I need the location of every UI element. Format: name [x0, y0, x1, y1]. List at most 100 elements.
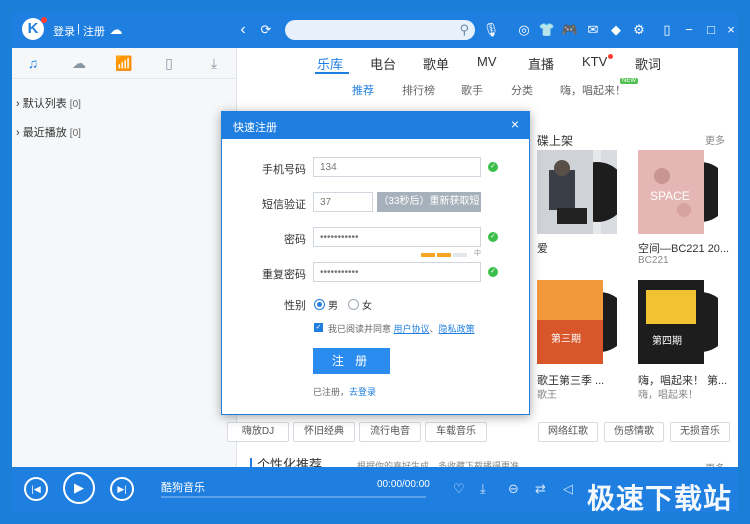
more-link[interactable]: 更多 — [705, 132, 725, 147]
sms-label: 短信验证 — [262, 199, 306, 211]
register-dialog: 快速注册 × 手机号码 134 ✓ 短信验证 37 （33秒后）重新获取短信 密… — [221, 111, 530, 415]
repeat-password-label: 重复密码 — [262, 269, 306, 281]
shirt-icon[interactable]: 👕 — [538, 21, 556, 39]
cloud-icon[interactable]: ☁ — [69, 54, 89, 72]
skin-icon[interactable]: ◆ — [607, 21, 625, 39]
album-artist[interactable]: BC221 — [638, 255, 669, 266]
close-icon[interactable]: × — [511, 116, 519, 132]
agree-text: 我已阅读并同意 用户协议、隐私政策 — [328, 322, 475, 335]
heart-icon[interactable]: ♡ — [453, 481, 465, 497]
subtab-category[interactable]: 分类 — [511, 82, 533, 98]
password-strength-meter — [421, 253, 467, 257]
album-caption[interactable]: 爱 — [537, 240, 548, 256]
go-login-link[interactable]: 去登录 — [349, 387, 376, 397]
gear-icon[interactable]: ⚙ — [630, 21, 648, 39]
tag-chip[interactable]: 车载音乐 — [425, 422, 487, 442]
tab-live[interactable]: 直播 — [528, 54, 554, 73]
album-art — [537, 150, 627, 234]
minimize-icon[interactable]: − — [680, 21, 698, 39]
sidebar: ♫ ☁ 📶 ▯ ⤓ › 默认列表 [0] › 最近播放 [0] — [12, 48, 237, 467]
privacy-policy-link[interactable]: 隐私政策 — [439, 324, 475, 334]
window-frame: K 登录 | 注册 ☁ ‹ ⟳ ⚲ 🎙 ◎ 👕 🎮 ✉ ◆ ⚙ ▯ − □ × … — [0, 0, 750, 524]
tab-ktv[interactable]: KTV — [582, 54, 607, 69]
register-link[interactable]: 注册 — [83, 23, 105, 39]
gamepad-icon[interactable]: 🎮 — [561, 21, 579, 39]
svg-text:SPACE: SPACE — [650, 189, 690, 203]
album-cover[interactable]: SPACE — [638, 150, 730, 234]
play-icon[interactable]: ▶ — [63, 472, 95, 504]
microphone-icon[interactable]: 🎙 — [482, 21, 500, 39]
cloud-icon[interactable]: ☁ — [107, 21, 125, 39]
tag-chip[interactable]: 无损音乐 — [670, 422, 730, 442]
refresh-icon[interactable]: ⟳ — [257, 21, 275, 39]
tag-chip[interactable]: 怀旧经典 — [293, 422, 355, 442]
back-icon[interactable]: ‹ — [234, 21, 252, 39]
phone-field[interactable]: 134 — [313, 157, 481, 177]
phone-label: 手机号码 — [262, 164, 306, 176]
new-badge: NEW — [620, 78, 638, 84]
repeat-icon[interactable]: ⇄ — [535, 481, 546, 497]
radio-icon[interactable]: 📶 — [114, 54, 134, 72]
music-note-icon[interactable]: ♫ — [23, 54, 43, 72]
kugou-app: K 登录 | 注册 ☁ ‹ ⟳ ⚲ 🎙 ◎ 👕 🎮 ✉ ◆ ⚙ ▯ − □ × … — [12, 12, 738, 512]
mini-mode-icon[interactable]: ▯ — [658, 21, 676, 39]
download-icon[interactable]: ⤓ — [480, 481, 486, 497]
album-art: 第三期 — [537, 280, 629, 364]
album-artist[interactable]: 嗨，唱起来！ — [638, 386, 698, 401]
mail-icon[interactable]: ✉ — [584, 21, 602, 39]
track-title: 酷狗音乐 — [161, 482, 205, 494]
sms-code-field[interactable]: 37 — [313, 192, 373, 212]
subtab-sing[interactable]: 嗨，唱起来！ — [560, 82, 626, 98]
separator: | — [77, 23, 80, 35]
tab-radio[interactable]: 电台 — [370, 54, 396, 73]
user-agreement-link[interactable]: 用户协议 — [394, 324, 430, 334]
target-icon[interactable]: ◎ — [515, 21, 533, 39]
progress-bar[interactable] — [161, 496, 426, 498]
repeat-password-field[interactable]: ••••••••••• — [313, 262, 481, 282]
gender-male-label[interactable]: 男 — [328, 297, 338, 312]
item-count: [0] — [69, 99, 81, 110]
resend-sms-button[interactable]: （33秒后）重新获取短信 — [377, 192, 481, 227]
tag-chip[interactable]: 嗨放DJ — [227, 422, 289, 442]
sidebar-item-recent[interactable]: › 最近播放 [0] — [16, 124, 81, 140]
password-field[interactable]: ••••••••••• — [313, 227, 481, 247]
tag-chip[interactable]: 流行电音 — [359, 422, 421, 442]
title-bar: K 登录 | 注册 ☁ ‹ ⟳ ⚲ 🎙 ◎ 👕 🎮 ✉ ◆ ⚙ ▯ − □ × — [12, 12, 738, 48]
volume-icon[interactable]: ◁ — [563, 481, 573, 497]
subtab-singers[interactable]: 歌手 — [461, 82, 483, 98]
tab-lyrics[interactable]: 歌词 — [635, 54, 661, 73]
sidebar-item-default-list[interactable]: › 默认列表 [0] — [16, 95, 81, 111]
sidebar-item-label: 默认列表 — [22, 98, 67, 110]
album-artist[interactable]: 歌王 — [537, 386, 557, 401]
album-cover[interactable] — [537, 150, 627, 234]
maximize-icon[interactable]: □ — [702, 21, 720, 39]
gender-female-radio[interactable] — [348, 299, 359, 310]
tab-mv[interactable]: MV — [477, 54, 497, 69]
login-link[interactable]: 登录 — [53, 23, 75, 39]
download-icon[interactable]: ⤓ — [204, 54, 224, 72]
search-icon[interactable]: ⚲ — [459, 22, 469, 38]
close-icon[interactable]: × — [722, 21, 738, 39]
album-cover[interactable]: 第四期 — [638, 280, 730, 364]
gender-female-label[interactable]: 女 — [362, 297, 372, 312]
tab-library[interactable]: 乐库 — [317, 54, 343, 73]
agree-checkbox[interactable]: ✓ — [314, 323, 323, 332]
album-caption[interactable]: 空间—BC221 20... — [638, 240, 729, 256]
section-title-new: 碟上架 — [537, 134, 574, 148]
tag-chip[interactable]: 伤感情歌 — [604, 422, 664, 442]
previous-icon[interactable]: |◀ — [24, 477, 48, 501]
more-options-icon[interactable]: ⊖ — [508, 481, 519, 497]
subtab-recommend[interactable]: 推荐 — [352, 82, 374, 98]
search-input[interactable]: ⚲ — [285, 20, 475, 40]
device-icon[interactable]: ▯ — [159, 54, 179, 72]
register-button[interactable]: 注 册 — [313, 348, 390, 374]
album-cover[interactable]: 第三期 — [537, 280, 629, 364]
tab-playlist[interactable]: 歌单 — [423, 54, 449, 73]
subtab-charts[interactable]: 排行榜 — [402, 82, 435, 98]
dialog-title: 快速注册 — [233, 122, 277, 134]
gender-male-radio[interactable] — [314, 299, 325, 310]
agree-label: 我已阅读并同意 — [328, 324, 392, 334]
tag-chip[interactable]: 网络红歌 — [538, 422, 598, 442]
next-icon[interactable]: ▶| — [110, 477, 134, 501]
check-icon: ✓ — [488, 267, 498, 277]
